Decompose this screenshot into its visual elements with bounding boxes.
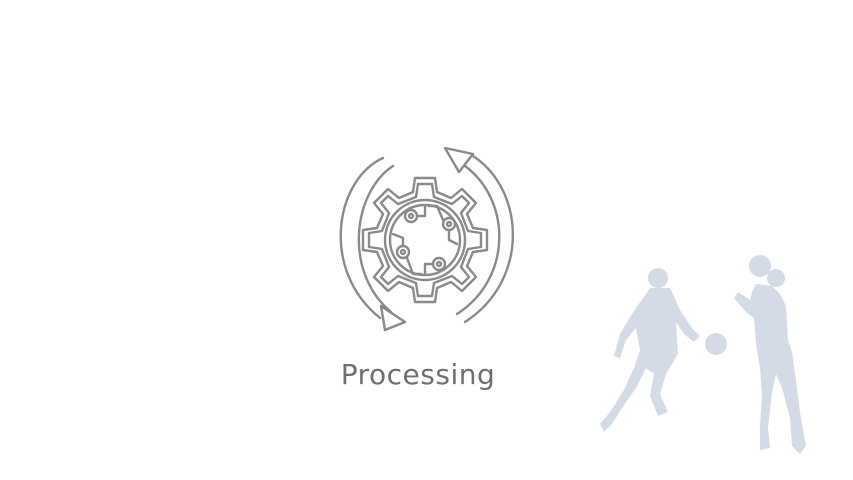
status-label: Processing <box>340 358 496 391</box>
basketball-players-icon <box>596 248 822 462</box>
gear-sync-icon <box>325 140 525 340</box>
processing-screen: Processing <box>0 0 853 480</box>
